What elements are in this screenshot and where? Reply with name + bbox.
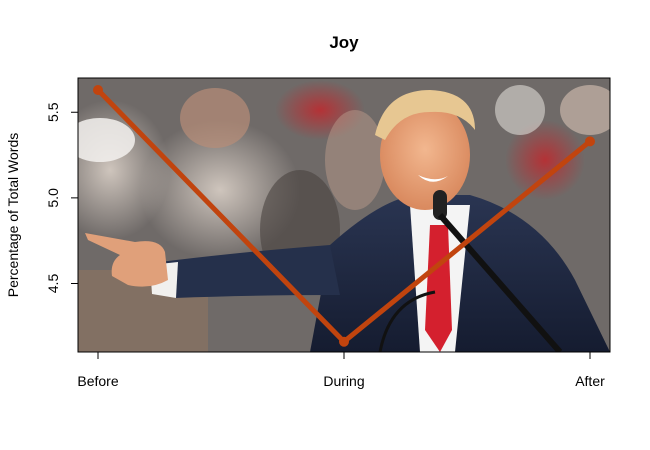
- y-tick-label: 4.5: [45, 274, 61, 294]
- x-axis: Before During After: [77, 352, 605, 389]
- chart-title: Joy: [329, 33, 359, 52]
- y-tick-label: 5.0: [45, 188, 61, 208]
- x-tick-label-during: During: [323, 373, 364, 389]
- joy-line-chart: Joy 4.55.05.5 Before During After Percen…: [5, 33, 611, 389]
- y-axis-label: Percentage of Total Words: [5, 133, 21, 297]
- y-axis: 4.5 5.0 5.5: [45, 102, 79, 294]
- x-tick-label-after: After: [575, 373, 605, 389]
- data-point-during: [339, 336, 349, 347]
- x-tick-label-before: Before: [77, 373, 118, 389]
- y-tick-label: 5.5: [45, 102, 61, 122]
- data-point-after: [585, 136, 595, 147]
- data-point-before: [93, 84, 103, 95]
- background-photo: [78, 78, 610, 352]
